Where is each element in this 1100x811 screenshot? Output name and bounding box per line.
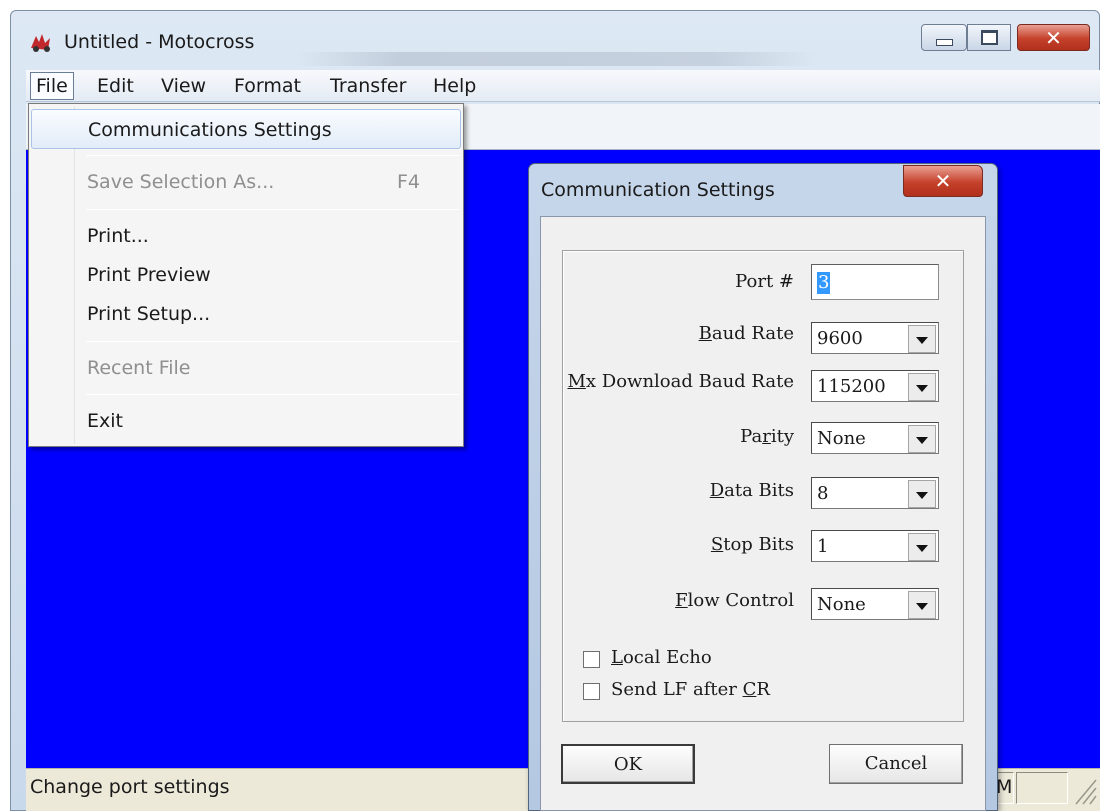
parity-select[interactable]: None: [811, 422, 939, 454]
menu-item-print-setup[interactable]: Print Setup...: [31, 294, 461, 334]
mx-download-baud-rate-value: 115200: [817, 376, 886, 397]
port-value: 3: [817, 272, 831, 294]
parity-label: Parity: [740, 426, 794, 447]
status-panel-empty: [1016, 772, 1068, 804]
menu-help[interactable]: Help: [428, 72, 481, 100]
mx-download-baud-rate-select[interactable]: 115200: [811, 370, 939, 402]
dialog-title: Communication Settings: [541, 179, 775, 201]
close-icon: ✕: [934, 169, 952, 193]
dropdown-arrow-button[interactable]: [908, 591, 936, 619]
window-title: Untitled - Motocross: [64, 31, 255, 53]
flow-control-value: None: [817, 594, 866, 615]
send-lf-after-cr-label[interactable]: Send LF after CR: [611, 679, 770, 700]
minimize-icon: [935, 38, 953, 46]
resize-grip-icon[interactable]: [1068, 772, 1098, 806]
menu-item-label: Exit: [87, 410, 123, 432]
mx-download-baud-rate-label: Mx Download Baud Rate: [567, 371, 794, 392]
local-echo-label[interactable]: Local Echo: [611, 647, 712, 668]
menu-transfer[interactable]: Transfer: [325, 72, 411, 100]
dropdown-arrow-button[interactable]: [908, 480, 936, 508]
dropdown-arrow-button[interactable]: [908, 373, 936, 401]
data-bits-value: 8: [817, 483, 829, 504]
stop-bits-value: 1: [817, 536, 829, 557]
flow-control-select[interactable]: None: [811, 588, 939, 620]
menu-item-print-preview[interactable]: Print Preview: [31, 255, 461, 295]
send-lf-after-cr-checkbox[interactable]: [583, 683, 600, 700]
status-panel-text: M: [996, 776, 1013, 798]
stop-bits-select[interactable]: 1: [811, 530, 939, 562]
maximize-button[interactable]: [967, 24, 1011, 51]
menu-item-save-selection-as: Save Selection As... F4: [31, 162, 461, 202]
menu-item-communications-settings[interactable]: Communications Settings: [31, 109, 461, 149]
local-echo-checkbox[interactable]: [583, 651, 600, 668]
baud-rate-value: 9600: [817, 328, 863, 349]
baud-rate-label: Baud Rate: [698, 323, 794, 344]
minimize-button[interactable]: [921, 24, 967, 51]
menu-format[interactable]: Format: [229, 72, 306, 100]
port-label: Port #: [735, 271, 794, 292]
chevron-down-icon: [916, 492, 928, 499]
dialog-close-button[interactable]: ✕: [903, 165, 983, 197]
flow-control-label: Flow Control: [675, 590, 794, 611]
menu-item-shortcut: F4: [397, 171, 421, 193]
dropdown-arrow-button[interactable]: [908, 425, 936, 453]
menu-item-exit[interactable]: Exit: [31, 401, 461, 441]
dropdown-arrow-button[interactable]: [908, 533, 936, 561]
menu-item-label: Save Selection As...: [87, 171, 275, 193]
chevron-down-icon: [916, 385, 928, 392]
menu-file[interactable]: File: [30, 72, 74, 100]
menu-item-label: Print Preview: [87, 264, 211, 286]
menu-edit[interactable]: Edit: [92, 72, 139, 100]
cancel-button[interactable]: Cancel: [829, 744, 963, 784]
title-blur-decoration: [296, 52, 816, 66]
parity-value: None: [817, 428, 866, 449]
chevron-down-icon: [916, 603, 928, 610]
status-text: Change port settings: [30, 776, 230, 798]
menu-item-recent-file: Recent File: [31, 348, 461, 388]
close-icon: ✕: [1045, 25, 1062, 50]
data-bits-label: Data Bits: [709, 480, 794, 501]
close-button[interactable]: ✕: [1017, 24, 1090, 51]
menu-item-label: Print...: [87, 225, 149, 247]
menu-item-label: Print Setup...: [87, 303, 211, 325]
motocross-app-icon: [31, 34, 50, 52]
chevron-down-icon: [916, 337, 928, 344]
maximize-icon: [980, 30, 998, 45]
dropdown-arrow-button[interactable]: [908, 325, 936, 353]
menu-separator: [86, 394, 460, 395]
stop-bits-label: Stop Bits: [710, 534, 794, 555]
menu-separator: [86, 155, 460, 156]
baud-rate-select[interactable]: 9600: [811, 322, 939, 354]
chevron-down-icon: [916, 545, 928, 552]
port-input[interactable]: 3: [811, 264, 939, 300]
ok-button[interactable]: OK: [561, 744, 695, 784]
data-bits-select[interactable]: 8: [811, 477, 939, 509]
menu-separator: [86, 209, 460, 210]
menu-item-label: Communications Settings: [88, 119, 332, 141]
menu-separator: [86, 341, 460, 342]
menu-item-print[interactable]: Print...: [31, 216, 461, 256]
chevron-down-icon: [916, 437, 928, 444]
menu-view[interactable]: View: [156, 72, 211, 100]
menu-item-label: Recent File: [87, 357, 191, 379]
